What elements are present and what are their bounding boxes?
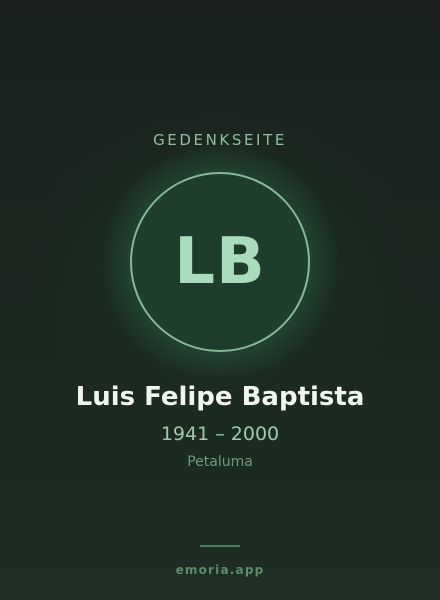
person-name: Luis Felipe Baptista: [75, 382, 365, 412]
avatar-initials: LB: [174, 225, 266, 299]
place-label: Petaluma: [187, 454, 253, 470]
footer-brand-link[interactable]: emoria.app: [0, 562, 440, 578]
avatar: LB: [130, 172, 310, 352]
footer-divider: [200, 545, 240, 547]
life-years: 1941 – 2000: [160, 423, 280, 445]
memorial-page: GEDENKSEITE LB Luis Felipe Baptista 1941…: [0, 0, 440, 600]
